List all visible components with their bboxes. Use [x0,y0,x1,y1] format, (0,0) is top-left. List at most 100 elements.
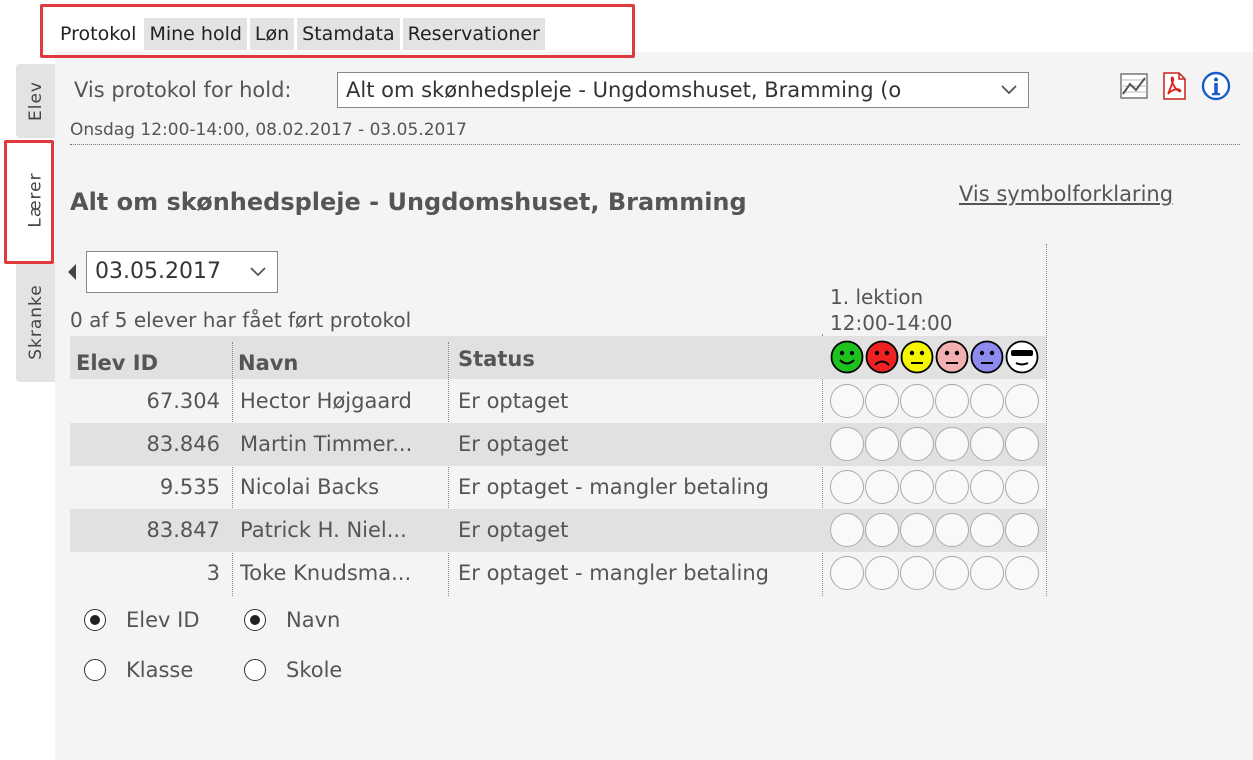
hold-select-value: Alt om skønhedspleje - Ungdomshuset, Bra… [346,78,902,102]
cell-name: Nicolai Backs [240,475,380,499]
lesson-time: 12:00-14:00 [830,311,953,335]
attendance-options [830,384,1040,418]
attendance-radio[interactable] [865,513,899,547]
attendance-radio[interactable] [1005,427,1039,461]
sort-radio-navn[interactable]: Navn [244,608,340,632]
red-smiley-icon[interactable] [865,340,899,374]
blue-smiley-icon[interactable] [970,340,1004,374]
radio-button[interactable] [244,659,266,681]
side-tab-laerer[interactable]: Lærer [16,142,56,258]
attendance-radio[interactable] [830,470,864,504]
radio-button[interactable] [84,609,106,631]
sort-radio-klasse[interactable]: Klasse [84,658,193,682]
prev-date-arrow[interactable] [68,264,76,280]
attendance-radio[interactable] [900,513,934,547]
sort-radio-elev-id[interactable]: Elev ID [84,608,200,632]
radio-button[interactable] [244,609,266,631]
tab-protokol[interactable]: Protokol [55,18,142,50]
radio-button[interactable] [84,659,106,681]
cell-elev-id: 3 [206,561,220,585]
attendance-radio[interactable] [830,513,864,547]
tab-stamdata[interactable]: Stamdata [297,18,400,50]
cell-elev-id: 83.847 [146,518,220,542]
attendance-radio[interactable] [830,427,864,461]
attendance-radio[interactable] [830,384,864,418]
page-title: Alt om skønhedspleje - Ungdomshuset, Bra… [70,188,747,216]
attendance-radio[interactable] [970,556,1004,590]
col-header-status[interactable]: Status [458,338,535,381]
attendance-options [830,556,1040,590]
cell-elev-id: 9.535 [159,475,220,499]
cell-name: Toke Knudsma... [240,561,412,585]
attendance-radio[interactable] [865,470,899,504]
attendance-radio[interactable] [1005,556,1039,590]
divider [70,144,1240,145]
attendance-options [830,470,1040,504]
top-tab-bar: Protokol Mine hold Løn Stamdata Reservat… [55,12,545,50]
table-row: 83.847 Patrick H. Niel... Er optaget [70,509,1046,552]
cell-name: Martin Timmer... [240,432,413,456]
table-row: 9.535 Nicolai Backs Er optaget - mangler b… [70,466,1046,509]
attendance-radio[interactable] [970,513,1004,547]
divider [1046,244,1047,596]
chevron-down-icon [1000,73,1018,107]
col-header-name[interactable]: Navn [238,342,298,385]
legend-link[interactable]: Vis symbolforklaring [959,182,1173,206]
table-row: 83.846 Martin Timmer... Er optaget [70,423,1046,466]
attendance-radio[interactable] [970,470,1004,504]
smiley-legend [830,340,1040,374]
attendance-radio[interactable] [935,556,969,590]
info-icon[interactable] [1200,70,1232,102]
cell-status: Er optaget - mangler betaling [458,561,769,585]
yellow-smiley-icon[interactable] [900,340,934,374]
attendance-radio[interactable] [900,427,934,461]
attendance-radio[interactable] [935,384,969,418]
attendance-radio[interactable] [865,556,899,590]
col-header-id[interactable]: Elev ID [76,342,226,385]
tab-mine-hold[interactable]: Mine hold [144,18,247,50]
cell-elev-id: 83.846 [146,432,220,456]
side-tab-elev[interactable]: Elev [16,64,56,138]
attendance-radio[interactable] [935,427,969,461]
sort-radio-skole[interactable]: Skole [244,658,342,682]
radio-label: Elev ID [126,608,200,632]
side-tab-skranke[interactable]: Skranke [16,262,56,382]
attendance-radio[interactable] [865,427,899,461]
attendance-radio[interactable] [865,384,899,418]
pink-smiley-icon[interactable] [935,340,969,374]
tab-loen[interactable]: Løn [249,18,295,50]
cell-status: Er optaget [458,432,569,456]
cell-name: Hector Højgaard [240,389,412,413]
table-row: 3 Toke Knudsma... Er optaget - mangler bet… [70,552,1046,595]
radio-label: Klasse [126,658,194,682]
tab-reservationer[interactable]: Reservationer [402,18,545,50]
side-tab-label: Skranke [26,284,47,360]
lesson-header: 1. lektion 12:00-14:00 [830,284,953,336]
cell-status: Er optaget - mangler betaling [458,475,769,499]
attendance-radio[interactable] [900,556,934,590]
table-row: 67.304 Hector Højgaard Er optaget [70,380,1046,423]
side-tab-label: Elev [25,81,46,121]
attendance-radio[interactable] [970,427,1004,461]
attendance-radio[interactable] [935,470,969,504]
attendance-options [830,513,1040,547]
attendance-radio[interactable] [1005,513,1039,547]
attendance-radio[interactable] [935,513,969,547]
attendance-radio[interactable] [900,384,934,418]
attendance-radio[interactable] [1005,470,1039,504]
green-smiley-icon[interactable] [830,340,864,374]
chart-icon[interactable] [1118,70,1150,102]
date-select-value: 03.05.2017 [95,259,221,284]
attendance-radio[interactable] [970,384,1004,418]
schedule-text: Onsdag 12:00-14:00, 08.02.2017 - 03.05.2… [70,120,467,140]
attendance-radio[interactable] [830,556,864,590]
chevron-down-icon [249,252,267,307]
attendance-radio[interactable] [900,470,934,504]
sunglasses-smiley-icon[interactable] [1005,340,1039,374]
attendance-radio[interactable] [1005,384,1039,418]
date-select[interactable]: 03.05.2017 [86,251,278,293]
pdf-icon[interactable] [1158,70,1190,102]
hold-select[interactable]: Alt om skønhedspleje - Ungdomshuset, Bra… [337,72,1029,108]
lesson-number: 1. lektion [830,285,924,309]
cell-elev-id: 67.304 [146,389,220,413]
